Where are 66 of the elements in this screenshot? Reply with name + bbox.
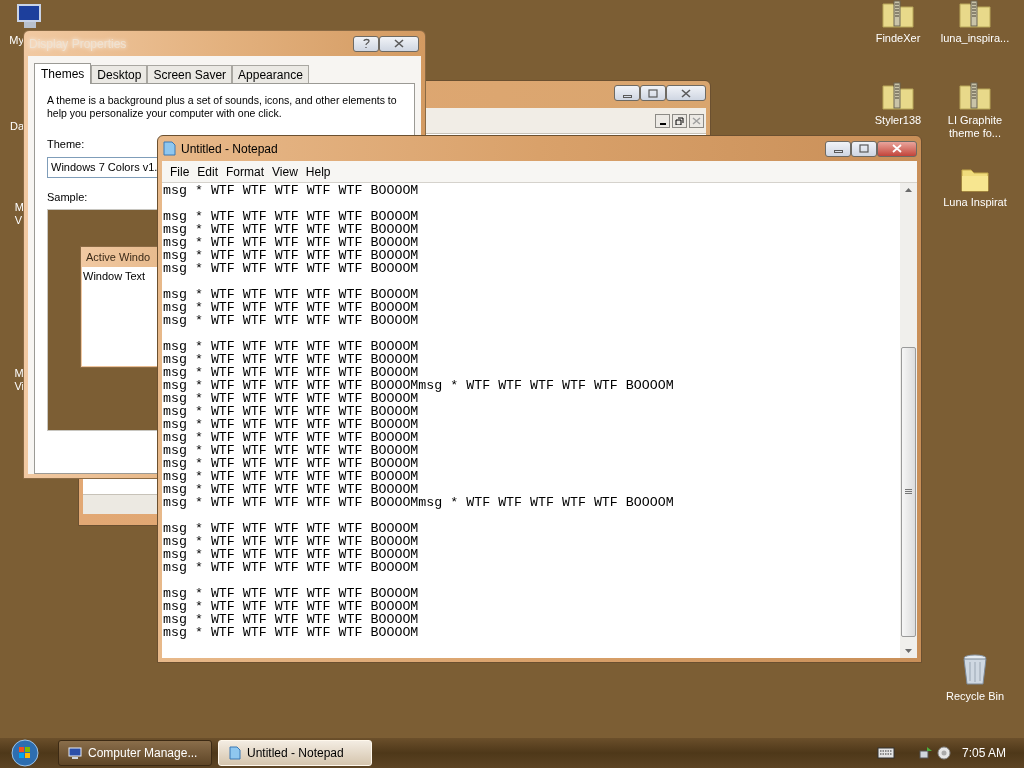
taskbar-button[interactable]: Computer Manage... xyxy=(58,740,212,766)
folder-icon xyxy=(961,166,989,192)
close-button[interactable] xyxy=(877,140,917,157)
tab[interactable]: Appearance xyxy=(232,65,309,83)
close-button[interactable] xyxy=(689,113,704,128)
zipped-folder-icon xyxy=(959,0,991,28)
scrollbar[interactable] xyxy=(900,183,917,658)
description-text: A theme is a background plus a set of sounds, icons, and other elements to help you personalize your computer with one click. xyxy=(47,94,398,120)
notepad-icon xyxy=(162,141,176,156)
minimize-button[interactable] xyxy=(614,85,640,101)
menu-item[interactable]: Edit xyxy=(193,162,223,181)
desktop-icon-label[interactable]: Styler138 xyxy=(874,114,922,127)
recycle-bin-icon xyxy=(962,654,988,686)
clock[interactable]: 7:05 AM xyxy=(961,744,1006,762)
minimize-icon xyxy=(622,94,632,98)
maximize-button[interactable] xyxy=(640,85,666,101)
theme-dropdown[interactable]: Windows 7 Colors v1. xyxy=(47,156,158,178)
notepad-icon xyxy=(228,746,241,760)
zipped-folder-icon xyxy=(882,0,914,28)
maximize-button[interactable] xyxy=(851,140,877,157)
desktop-icon-label[interactable]: M Vi xyxy=(14,367,24,393)
sample-label: Sample: xyxy=(47,189,88,205)
theme-label: Theme: xyxy=(47,137,85,152)
keyboard-icon[interactable] xyxy=(876,747,895,759)
desktop-icon-label[interactable]: luna_inspira... xyxy=(940,32,1010,45)
close-icon xyxy=(692,116,701,125)
start-button[interactable] xyxy=(10,739,40,767)
tab[interactable]: Themes xyxy=(34,63,92,84)
minimize-icon xyxy=(659,122,666,125)
close-icon xyxy=(679,87,693,99)
desktop-icon-label[interactable]: FindeXer xyxy=(875,32,921,45)
desktop-icon-label[interactable]: Recycle Bin xyxy=(945,690,1005,703)
tab[interactable]: Desktop xyxy=(91,65,148,83)
sample-window-title: Active Windo xyxy=(86,249,151,265)
restore-button[interactable] xyxy=(672,113,687,128)
zipped-folder-icon xyxy=(959,82,991,110)
help-button[interactable] xyxy=(353,35,379,52)
desktop-icon-label[interactable]: LI Graphite theme fo... xyxy=(947,114,1003,140)
taskbar-button[interactable]: Untitled - Notepad xyxy=(218,740,372,766)
zipped-folder-icon xyxy=(882,82,914,110)
computer-icon xyxy=(14,4,44,30)
menu-item[interactable]: Format xyxy=(222,162,269,181)
close-icon xyxy=(890,143,904,154)
speaker-icon[interactable] xyxy=(936,746,951,760)
minimize-button[interactable] xyxy=(655,113,670,128)
desktop-icon-label[interactable]: Da xyxy=(9,120,24,133)
desktop-icon-label[interactable]: M V xyxy=(14,201,24,227)
close-button[interactable] xyxy=(379,35,419,52)
network-icon[interactable] xyxy=(918,746,933,760)
minimize-icon xyxy=(833,150,843,153)
menu-item[interactable]: View xyxy=(268,162,302,181)
menu-item[interactable]: Help xyxy=(301,162,335,181)
maximize-icon xyxy=(646,87,660,99)
scroll-thumb[interactable] xyxy=(901,347,916,637)
restore-icon xyxy=(675,116,684,125)
desktop-icon-label[interactable]: My xyxy=(9,34,24,47)
minimize-button[interactable] xyxy=(825,140,851,157)
sample-window-text: Window Text xyxy=(83,270,146,282)
menu-item[interactable]: File xyxy=(166,162,194,181)
close-button[interactable] xyxy=(666,85,706,101)
close-icon xyxy=(392,38,406,49)
maximize-icon xyxy=(857,143,871,154)
computer-icon xyxy=(68,746,82,760)
tab[interactable]: Screen Saver xyxy=(147,65,233,83)
desktop-icon-label[interactable]: Luna Inspirat xyxy=(943,196,1007,209)
window-title: Untitled - Notepad xyxy=(181,140,278,158)
